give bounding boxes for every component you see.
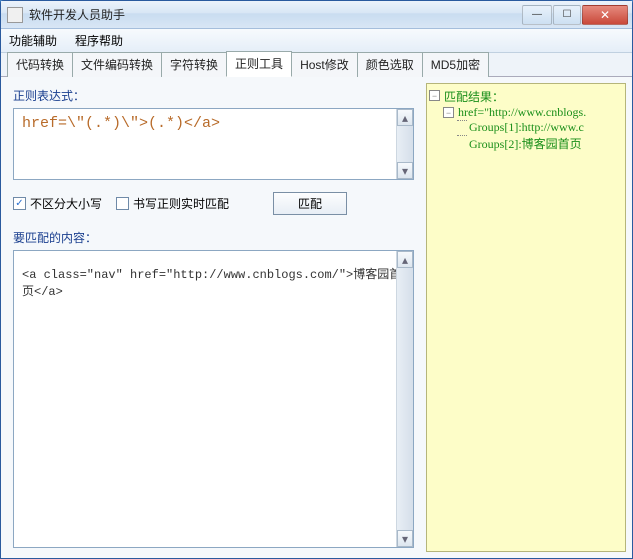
collapse-icon[interactable]: − [429,90,440,101]
titlebar[interactable]: 软件开发人员助手 — ☐ ✕ [1,1,632,29]
tree-root-label: 匹配结果： [444,88,504,105]
scroll-down-icon[interactable]: ▾ [397,162,413,179]
regex-value[interactable]: href=\"(.*)\">(.*)</a> [14,109,413,138]
scroll-up-icon[interactable]: ▴ [397,109,413,126]
content-value[interactable]: <a class="nav" href="http://www.cnblogs.… [14,251,413,307]
tree-connector-icon [457,120,467,121]
tree-root[interactable]: − 匹配结果： [429,88,623,105]
content-textbox[interactable]: <a class="nav" href="http://www.cnblogs.… [13,250,414,548]
app-icon [7,7,23,23]
left-pane: 正则表达式： href=\"(.*)\">(.*)</a> ▴ ▾ ✓ 不区分大… [1,77,426,558]
tab-file-encoding[interactable]: 文件编码转换 [72,52,162,77]
match-button[interactable]: 匹配 [273,192,347,215]
tab-host-modify[interactable]: Host修改 [291,52,358,77]
checkbox-realtime[interactable]: 书写正则实时匹配 [116,195,229,212]
tree-connector-icon [457,135,467,136]
result-tree[interactable]: − 匹配结果： − href="http://www.cnblogs. Grou… [427,84,625,156]
window-title: 软件开发人员助手 [29,6,522,23]
menubar: 功能辅助 程序帮助 [1,29,632,53]
checkbox-ignore-case[interactable]: ✓ 不区分大小写 [13,195,102,212]
maximize-button[interactable]: ☐ [553,5,581,25]
tab-md5[interactable]: MD5加密 [422,52,489,77]
tree-match-node[interactable]: − href="http://www.cnblogs. [443,105,623,120]
result-tree-pane: − 匹配结果： − href="http://www.cnblogs. Grou… [426,83,626,552]
checkbox-box-icon: ✓ [13,197,26,210]
close-button[interactable]: ✕ [582,5,628,25]
checkbox-box-icon [116,197,129,210]
checkbox-realtime-label: 书写正则实时匹配 [133,195,229,212]
minimize-button[interactable]: — [522,5,552,25]
regex-controls: ✓ 不区分大小写 书写正则实时匹配 匹配 [13,192,414,215]
collapse-icon[interactable]: − [443,107,454,118]
tabbar: 代码转换 文件编码转换 字符转换 正则工具 Host修改 颜色选取 MD5加密 [1,53,632,77]
regex-scrollbar[interactable]: ▴ ▾ [396,109,413,179]
app-window: 软件开发人员助手 — ☐ ✕ 功能辅助 程序帮助 代码转换 文件编码转换 字符转… [0,0,633,559]
tree-group2-label: Groups[2]:博客园首页 [469,135,582,152]
regex-textbox[interactable]: href=\"(.*)\">(.*)</a> ▴ ▾ [13,108,414,180]
tab-char-convert[interactable]: 字符转换 [161,52,227,77]
client-area: 正则表达式： href=\"(.*)\">(.*)</a> ▴ ▾ ✓ 不区分大… [1,77,632,558]
menu-help[interactable]: 程序帮助 [75,32,123,49]
content-label: 要匹配的内容： [13,229,414,246]
tree-group1-label: Groups[1]:http://www.c [469,120,584,135]
checkbox-ignore-case-label: 不区分大小写 [30,195,102,212]
menu-functions[interactable]: 功能辅助 [9,32,57,49]
tree-match-label: href="http://www.cnblogs. [458,105,586,120]
scroll-up-icon[interactable]: ▴ [397,251,413,268]
scroll-down-icon[interactable]: ▾ [397,530,413,547]
window-controls: — ☐ ✕ [522,5,628,25]
tree-group1-node[interactable]: Groups[1]:http://www.c [457,120,623,135]
tab-code-convert[interactable]: 代码转换 [7,52,73,77]
tree-group2-node[interactable]: Groups[2]:博客园首页 [457,135,623,152]
content-scrollbar[interactable]: ▴ ▾ [396,251,413,547]
regex-label: 正则表达式： [13,87,414,104]
tab-regex-tool[interactable]: 正则工具 [226,51,292,77]
tab-color-pick[interactable]: 颜色选取 [357,52,423,77]
